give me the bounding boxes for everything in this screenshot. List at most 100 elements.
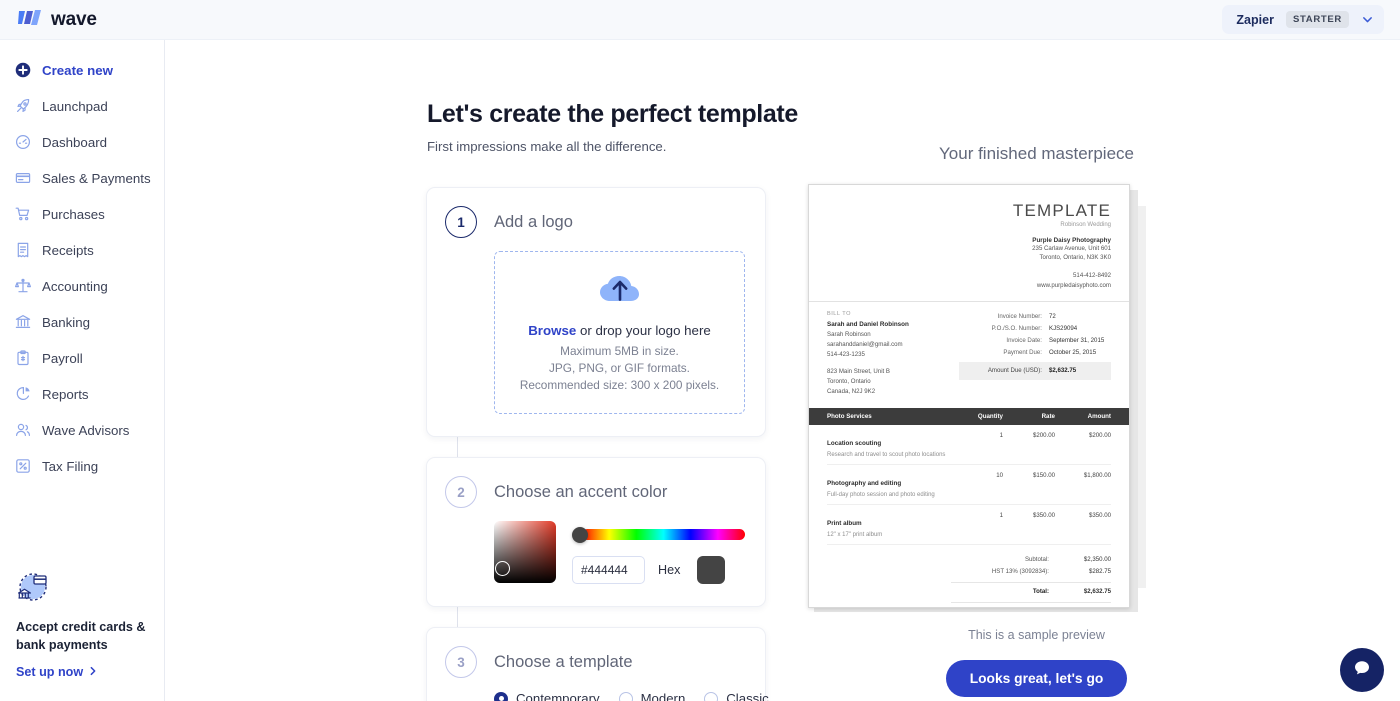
credit-card-bank-icon	[16, 571, 150, 608]
rocket-icon	[14, 98, 31, 115]
saturation-value-box[interactable]	[494, 521, 556, 584]
invoice-meta-block: Invoice Number: 72 P.O./S.O. Number: KJS…	[959, 311, 1111, 396]
sidebar-item-launchpad[interactable]: Launchpad	[0, 88, 164, 124]
sidebar-item-label: Banking	[42, 314, 91, 330]
column-header-description: Photo Services	[827, 412, 872, 420]
hue-knob[interactable]	[572, 527, 588, 544]
chat-bubble-icon	[1352, 658, 1372, 683]
line-item-description: Photography and editing Full-day photo s…	[827, 472, 961, 498]
business-address-1: 235 Carlaw Avenue, Unit 601	[1032, 244, 1111, 252]
business-website: www.purpledaisyphoto.com	[1036, 281, 1111, 289]
sidebar-item-tax-filing[interactable]: Tax Filing	[0, 448, 164, 484]
color-swatch-preview[interactable]	[697, 556, 726, 585]
line-item-description: Location scouting Research and travel to…	[827, 432, 961, 458]
template-options: Contemporary Modern Classic	[494, 691, 769, 701]
step-number: 2	[445, 476, 477, 509]
sidebar-item-label: Launchpad	[42, 98, 108, 114]
totals-row-tax: HST 13% (3092834): $282.75	[951, 566, 1111, 579]
chat-button[interactable]	[1340, 648, 1384, 692]
sidebar-item-purchases[interactable]: Purchases	[0, 196, 164, 232]
invoice-document: TEMPLATE Robinson Wedding Purple Daisy P…	[808, 184, 1130, 608]
bill-to-email: sarahanddaniel@gmail.com	[827, 341, 903, 349]
logo-dropzone[interactable]: Browse or drop your logo here Maximum 5M…	[494, 251, 745, 415]
line-item-amount: $1,800.00	[1083, 471, 1111, 479]
chevron-down-icon[interactable]	[1361, 13, 1374, 26]
sidebar-item-label: Create new	[42, 62, 113, 78]
sidebar-item-label: Purchases	[42, 206, 105, 222]
business-phone: 514-412-8492	[1073, 272, 1111, 280]
step-title: Choose a template	[494, 652, 633, 671]
line-item-name: Location scouting	[827, 439, 882, 447]
hex-input[interactable]	[572, 556, 645, 585]
promo-setup-link[interactable]: Set up now	[16, 665, 150, 679]
hue-slider[interactable]	[572, 527, 745, 544]
sidebar-item-label: Accounting	[42, 278, 108, 294]
meta-key: Invoice Number:	[997, 313, 1042, 321]
line-item-amount: $200.00	[1088, 431, 1111, 439]
looks-great-button[interactable]: Looks great, let's go	[945, 660, 1128, 697]
dropzone-hint-3: Recommended size: 300 x 200 pixels.	[519, 377, 720, 392]
radio-dot-icon	[494, 691, 508, 701]
sidebar-item-wave-advisors[interactable]: Wave Advisors	[0, 412, 164, 448]
meta-row: P.O./S.O. Number: KJS29094	[959, 323, 1111, 335]
step-title: Choose an accent color	[494, 482, 668, 501]
line-item-name: Photography and editing	[827, 479, 902, 487]
hex-row: Hex	[572, 556, 745, 585]
account-switcher[interactable]: Zapier STARTER	[1222, 5, 1384, 34]
sidebar-item-label: Receipts	[42, 242, 94, 258]
totals-row-total: Total: $2,632.75	[951, 582, 1111, 599]
template-option-classic[interactable]: Classic	[704, 691, 769, 701]
sidebar-item-accounting[interactable]: Accounting	[0, 268, 164, 304]
top-bar: wave Zapier STARTER	[0, 0, 1400, 40]
page-title: Let's create the perfect template	[427, 100, 798, 128]
sidebar-item-label: Reports	[42, 386, 89, 402]
hex-label: Hex	[658, 563, 681, 578]
setup-steps: 1 Add a logo Browse or drop your logo he…	[426, 187, 769, 701]
brand-logo[interactable]: wave	[18, 9, 97, 31]
wave-logo-icon	[18, 9, 44, 31]
sidebar-item-banking[interactable]: Banking	[0, 304, 164, 340]
sidebar-item-label: Tax Filing	[42, 458, 99, 474]
column-header-rate: Rate	[1041, 412, 1055, 420]
step-connector	[457, 437, 458, 458]
line-item-name: Print album	[827, 519, 862, 527]
sidebar-item-payroll[interactable]: Payroll	[0, 340, 164, 376]
clipboard-icon	[14, 350, 31, 367]
template-option-contemporary[interactable]: Contemporary	[494, 691, 600, 701]
dropzone-hint-1: Maximum 5MB in size.	[560, 344, 679, 358]
totals-value: $2,632.75	[1059, 607, 1111, 608]
plus-circle-icon	[14, 62, 31, 79]
meta-row: Invoice Date: September 31, 2015	[959, 335, 1111, 347]
sidebar-item-receipts[interactable]: Receipts	[0, 232, 164, 268]
invoice-header: TEMPLATE Robinson Wedding Purple Daisy P…	[827, 201, 1111, 290]
main-content: Let's create the perfect template First …	[165, 40, 1400, 701]
scales-icon	[14, 278, 31, 295]
sidebar-item-sales-payments[interactable]: Sales & Payments	[0, 160, 164, 196]
brand-wordmark: wave	[51, 8, 97, 30]
invoice-doc-word: TEMPLATE	[1012, 201, 1111, 220]
sidebar-item-create-new[interactable]: Create new	[0, 52, 164, 88]
radio-label: Modern	[640, 691, 686, 701]
template-option-modern[interactable]: Modern	[618, 691, 686, 701]
preview-heading: Your finished masterpiece	[939, 144, 1134, 163]
bill-to-contact: Sarah Robinson	[827, 331, 871, 339]
invoice-doc-subtitle: Robinson Wedding	[1060, 221, 1111, 228]
line-items-header: Photo Services Quantity Rate Amount	[809, 407, 1129, 425]
sidebar-item-dashboard[interactable]: Dashboard	[0, 124, 164, 160]
gauge-icon	[14, 134, 31, 151]
totals-key: Amount Due (USD):	[951, 607, 1059, 608]
pie-chart-icon	[14, 386, 31, 403]
body-row: Create new Launchpad Dashboard Sales & P…	[0, 40, 1400, 701]
totals-inner: Subtotal: $2,350.00 HST 13% (3092834): $…	[951, 554, 1111, 608]
sidebar-item-reports[interactable]: Reports	[0, 376, 164, 412]
dropzone-main-text: Browse or drop your logo here	[505, 323, 734, 338]
meta-value: KJS29094	[1049, 325, 1078, 333]
saturation-knob[interactable]	[495, 561, 510, 577]
sidebar-item-label: Dashboard	[42, 134, 108, 150]
totals-value: $282.75	[1088, 568, 1111, 576]
step-header: 1 Add a logo	[445, 206, 745, 238]
step-card-add-logo: 1 Add a logo Browse or drop your logo he…	[426, 187, 766, 438]
amount-due-label: Amount Due (USD):	[987, 366, 1042, 374]
browse-link[interactable]: Browse	[528, 323, 576, 338]
